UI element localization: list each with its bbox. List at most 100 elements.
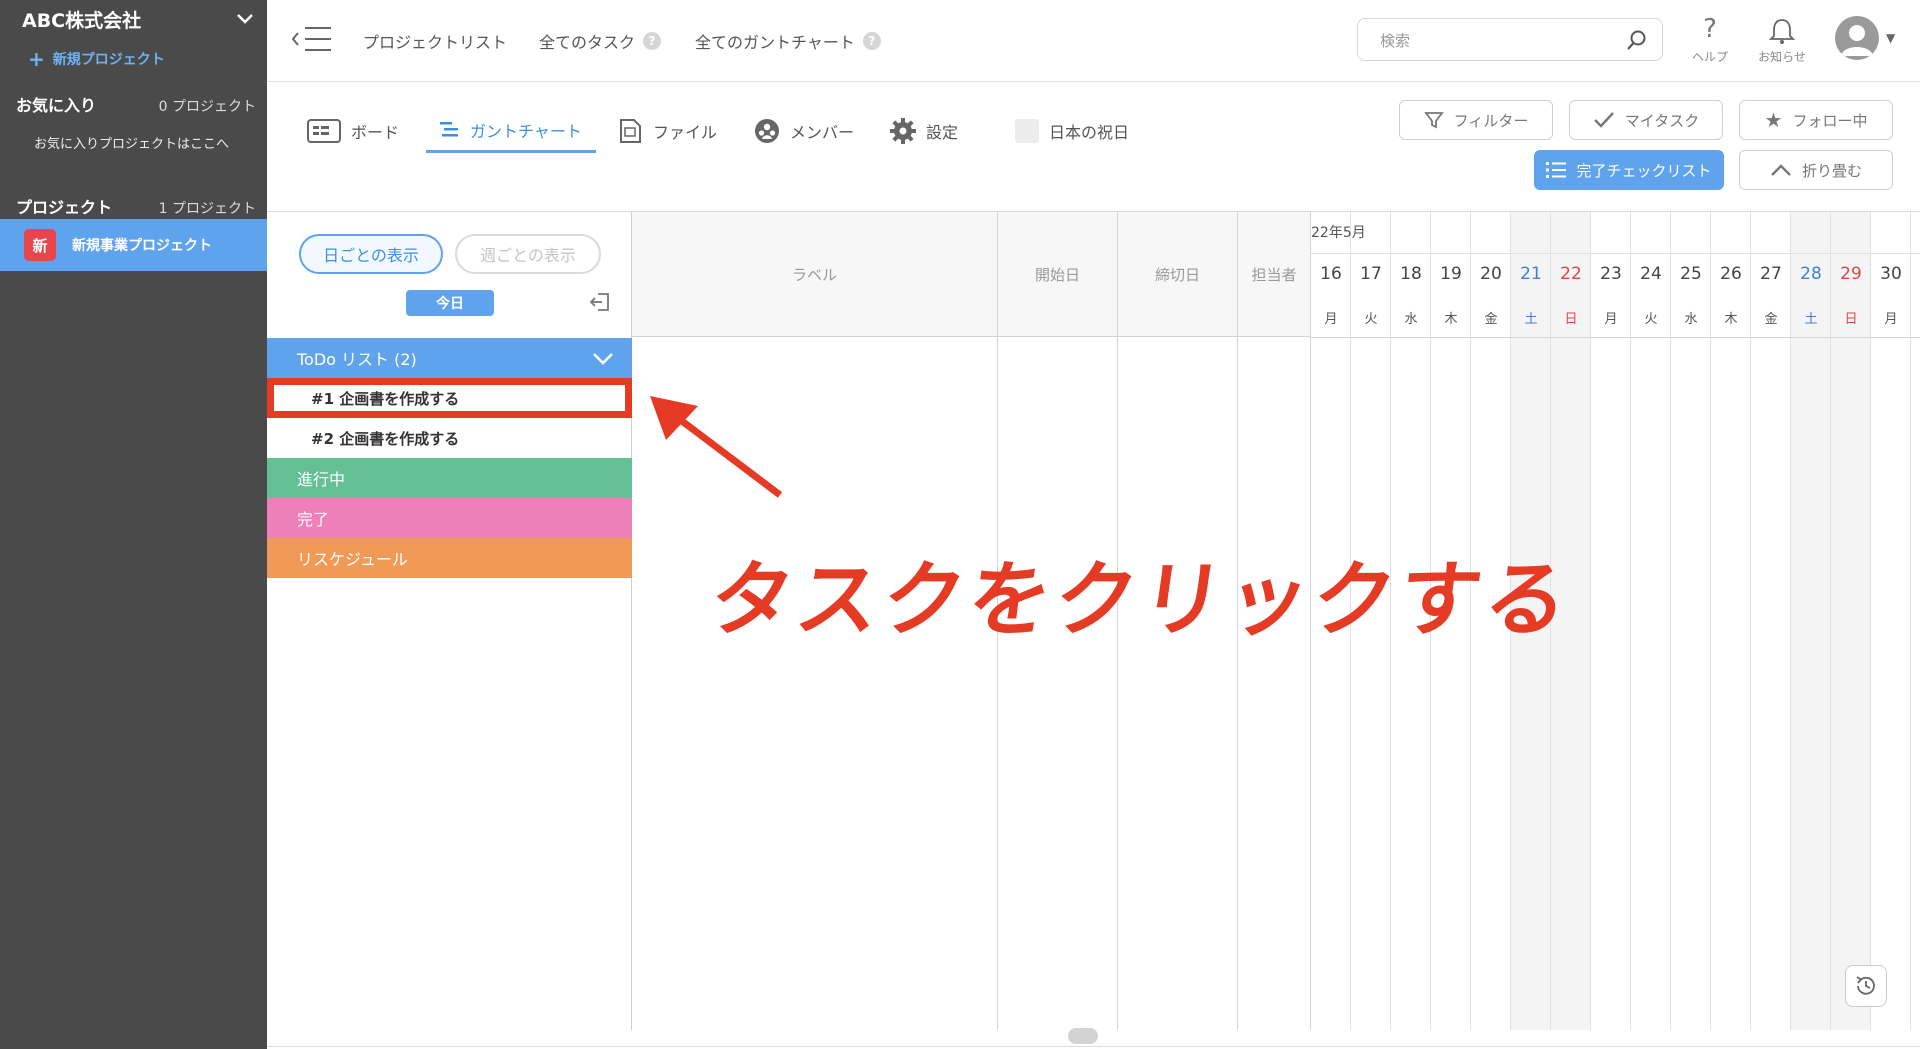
chevron-down-icon[interactable] xyxy=(592,348,614,368)
calendar-day-number: 27 xyxy=(1760,264,1782,284)
checklist-label: 完了チェックリスト xyxy=(1576,161,1712,180)
calendar-weekday: 月 xyxy=(1884,312,1898,327)
calendar-day-number: 23 xyxy=(1600,264,1622,284)
calendar-weekday: 木 xyxy=(1724,312,1738,327)
nav-all-gantt[interactable]: 全てのガントチャート ? xyxy=(695,29,881,53)
my-task-button[interactable]: マイタスク xyxy=(1569,100,1723,140)
calendar-weekday: 木 xyxy=(1444,312,1458,327)
tab-board-label: ボード xyxy=(351,123,400,142)
calendar-day-number: 22 xyxy=(1560,264,1582,284)
search-icon[interactable] xyxy=(1626,29,1648,51)
project-badge: 新 xyxy=(24,229,56,261)
calendar-day-number: 17 xyxy=(1360,264,1382,284)
group-done-label: 完了 xyxy=(297,510,330,529)
calendar-weekday: 水 xyxy=(1404,312,1418,327)
projects-section: プロジェクト 1 プロジェクト xyxy=(16,194,256,218)
column-body-start xyxy=(998,337,1118,1030)
gantt-icon xyxy=(440,121,458,136)
nav-all-gantt-label: 全てのガントチャート xyxy=(695,33,855,52)
task-list-pane: 日ごとの表示 週ごとの表示 今日 ToDo リスト (2) #1 企画書を作成す… xyxy=(267,212,632,1030)
calendar-day-number: 29 xyxy=(1840,264,1862,284)
help-button[interactable]: ? ヘルプ xyxy=(1680,14,1740,65)
calendar-day-number: 25 xyxy=(1680,264,1702,284)
tab-settings[interactable]: 設定 xyxy=(890,109,958,153)
collapse-pane-icon[interactable] xyxy=(589,291,611,313)
daily-view-toggle[interactable]: 日ごとの表示 xyxy=(299,234,443,274)
tab-board[interactable]: ボード xyxy=(307,109,399,153)
notice-label: お知らせ xyxy=(1758,50,1806,64)
favorites-count: 0 プロジェクト xyxy=(158,99,256,115)
calendar-day-column xyxy=(1711,212,1751,1030)
holiday-toggle[interactable]: 日本の祝日 xyxy=(1015,109,1129,153)
checklist-button[interactable]: 完了チェックリスト xyxy=(1534,150,1724,190)
calendar-day-column xyxy=(1671,212,1711,1030)
group-todo[interactable]: ToDo リスト (2) xyxy=(267,338,632,378)
help-badge-icon[interactable]: ? xyxy=(643,32,662,50)
tab-files-label: ファイル xyxy=(653,123,718,142)
following-label: フォロー中 xyxy=(1792,111,1868,130)
menu-collapse-icon[interactable] xyxy=(291,24,335,54)
calendar-weekday: 火 xyxy=(1364,312,1378,327)
calendar-weekday: 土 xyxy=(1524,312,1538,327)
group-reschedule-label: リスケジュール xyxy=(297,550,408,569)
collapse-button[interactable]: 折り畳む xyxy=(1739,150,1893,190)
user-icon xyxy=(1841,25,1873,56)
gear-icon xyxy=(890,118,916,144)
nav-all-tasks[interactable]: 全てのタスク ? xyxy=(539,29,662,53)
favorites-title: お気に入り xyxy=(16,96,97,115)
notifications-button[interactable]: お知らせ xyxy=(1752,14,1812,65)
company-name[interactable]: ABC株式会社 xyxy=(22,6,141,33)
calendar-weekday: 土 xyxy=(1804,312,1818,327)
sidebar-item-project[interactable]: 新 新規事業プロジェクト xyxy=(0,219,267,271)
task-row[interactable]: #1 企画書を作成する xyxy=(267,378,632,418)
filter-icon xyxy=(1423,112,1444,129)
column-header-start: 開始日 xyxy=(998,212,1118,337)
sidebar: ABC株式会社 + 新規プロジェクト お気に入り 0 プロジェクト お気に入りプ… xyxy=(0,0,267,1049)
members-icon xyxy=(755,119,779,143)
following-button[interactable]: ★ フォロー中 xyxy=(1739,100,1893,140)
task-title: #1 企画書を作成する xyxy=(311,389,460,408)
avatar[interactable] xyxy=(1835,16,1879,60)
help-badge-icon[interactable]: ? xyxy=(862,32,881,50)
search-box[interactable]: 検索 xyxy=(1357,18,1663,61)
annotation-arrow-icon xyxy=(650,396,783,498)
calendar-weekday: 水 xyxy=(1684,312,1698,327)
bottom-border xyxy=(267,1046,1920,1047)
tab-files[interactable]: ファイル xyxy=(619,109,717,153)
holiday-checkbox[interactable] xyxy=(1015,119,1039,143)
calendar-day-column xyxy=(1751,212,1791,1030)
new-project-button[interactable]: + 新規プロジェクト xyxy=(28,49,165,69)
task-row[interactable]: #2 企画書を作成する xyxy=(267,418,632,458)
project-name: 新規事業プロジェクト xyxy=(72,238,212,254)
chevron-up-icon xyxy=(1771,164,1791,176)
calendar-day-number: 20 xyxy=(1480,264,1502,284)
help-label: ヘルプ xyxy=(1691,50,1728,64)
calendar-weekday: 日 xyxy=(1844,312,1858,327)
group-done[interactable]: 完了 xyxy=(267,498,632,538)
today-button[interactable]: 今日 xyxy=(406,290,494,316)
group-reschedule[interactable]: リスケジュール xyxy=(267,538,632,578)
calendar-month: 22年5月 xyxy=(1311,225,1366,241)
plus-icon: + xyxy=(28,47,45,71)
caret-down-icon[interactable]: ▼ xyxy=(1886,31,1895,45)
horizontal-scrollbar[interactable] xyxy=(1068,1028,1098,1044)
star-icon: ★ xyxy=(1764,108,1783,132)
calendar-day-number: 30 xyxy=(1880,264,1902,284)
chevron-down-icon[interactable] xyxy=(234,8,256,30)
group-in-progress[interactable]: 進行中 xyxy=(267,458,632,498)
new-project-label: 新規プロジェクト xyxy=(52,52,165,68)
calendar-day-number: 19 xyxy=(1440,264,1462,284)
filter-button[interactable]: フィルター xyxy=(1399,100,1553,140)
tab-members-label: メンバー xyxy=(790,123,855,142)
group-in-progress-label: 進行中 xyxy=(297,470,346,489)
calendar-day-column xyxy=(1831,212,1871,1030)
search-input[interactable]: 検索 xyxy=(1380,30,1410,51)
tab-members[interactable]: メンバー xyxy=(754,109,854,153)
weekly-view-toggle[interactable]: 週ごとの表示 xyxy=(455,234,601,274)
tab-gantt[interactable]: ガントチャート xyxy=(426,109,596,153)
projects-count: 1 プロジェクト xyxy=(158,201,256,217)
history-button[interactable] xyxy=(1845,965,1887,1007)
nav-project-list[interactable]: プロジェクトリスト xyxy=(363,29,507,53)
calendar-weekday: 月 xyxy=(1324,312,1338,327)
calendar-weekday: 金 xyxy=(1484,312,1498,327)
